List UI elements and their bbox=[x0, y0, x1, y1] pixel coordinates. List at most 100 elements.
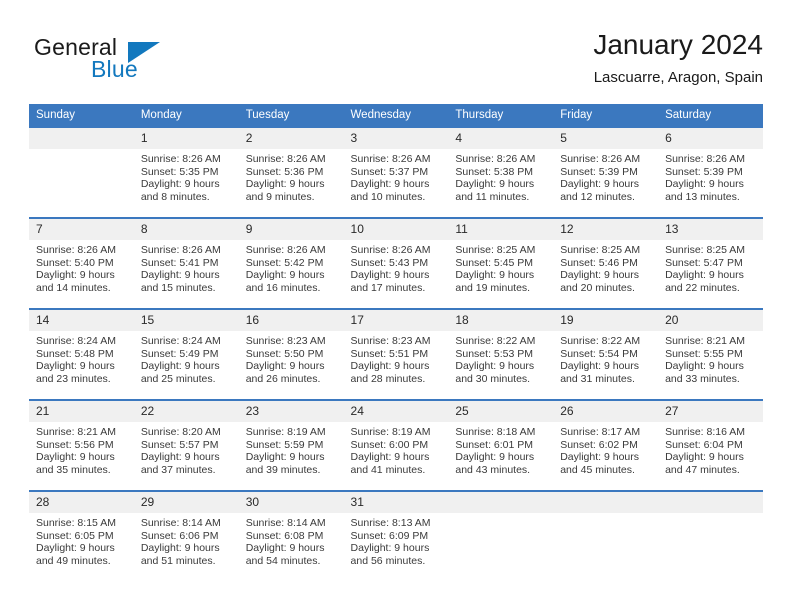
calendar-day-cell[interactable]: 24 Sunrise: 8:19 AM Sunset: 6:00 PM Dayligh… bbox=[343, 400, 449, 481]
daylight-duration-line1: Daylight: 9 hours bbox=[140, 451, 220, 464]
sunrise-time: Sunrise: 8:19 AM bbox=[350, 426, 431, 438]
day-number: 29 bbox=[133, 492, 239, 513]
calendar-day-cell[interactable]: 22 Sunrise: 8:20 AM Sunset: 5:57 PM Dayligh… bbox=[133, 400, 239, 481]
day-cell-inner: 2 Sunrise: 8:26 AM Sunset: 5:36 PM Daylight… bbox=[238, 128, 344, 208]
calendar-day-cell[interactable]: 27 Sunrise: 8:16 AM Sunset: 6:04 PM Dayligh… bbox=[658, 400, 763, 481]
calendar-day-cell[interactable]: 4 Sunrise: 8:26 AM Sunset: 5:38 PM Daylight… bbox=[448, 127, 554, 208]
day-number: 19 bbox=[553, 310, 659, 331]
calendar-day-cell[interactable]: 7 Sunrise: 8:26 AM Sunset: 5:40 PM Daylight… bbox=[29, 218, 134, 299]
general-blue-logo[interactable]: General Blue bbox=[34, 34, 234, 90]
daylight-duration-line1: Daylight: 9 hours bbox=[560, 360, 640, 373]
calendar-day-cell[interactable]: 17 Sunrise: 8:23 AM Sunset: 5:51 PM Dayligh… bbox=[343, 309, 449, 390]
calendar-day-cell[interactable]: 10 Sunrise: 8:26 AM Sunset: 5:43 PM Dayligh… bbox=[343, 218, 449, 299]
day-cell-inner: 29 Sunrise: 8:14 AM Sunset: 6:06 PM Dayligh… bbox=[133, 492, 239, 572]
day-details: Sunrise: 8:14 AM Sunset: 6:08 PM Daylight:… bbox=[239, 513, 344, 567]
daylight-duration-line2: and 28 minutes. bbox=[350, 372, 426, 385]
day-cell-inner: 4 Sunrise: 8:26 AM Sunset: 5:38 PM Daylight… bbox=[448, 128, 554, 208]
day-cell-inner: 25 Sunrise: 8:18 AM Sunset: 6:01 PM Dayligh… bbox=[448, 401, 554, 481]
day-number: 1 bbox=[133, 128, 239, 149]
sunset-time: Sunset: 5:56 PM bbox=[36, 438, 114, 451]
day-number: 9 bbox=[238, 219, 344, 240]
day-number: 17 bbox=[343, 310, 449, 331]
calendar-empty-cell bbox=[553, 491, 659, 572]
calendar-day-cell[interactable]: 15 Sunrise: 8:24 AM Sunset: 5:49 PM Dayligh… bbox=[133, 309, 239, 390]
day-number: 21 bbox=[29, 401, 134, 422]
day-details: Sunrise: 8:22 AM Sunset: 5:54 PM Daylight:… bbox=[553, 331, 658, 385]
daylight-duration-line1: Daylight: 9 hours bbox=[245, 178, 325, 191]
calendar-day-cell[interactable]: 18 Sunrise: 8:22 AM Sunset: 5:53 PM Dayligh… bbox=[448, 309, 554, 390]
day-cell-inner: 16 Sunrise: 8:23 AM Sunset: 5:50 PM Dayligh… bbox=[238, 310, 344, 390]
calendar-day-cell[interactable]: 3 Sunrise: 8:26 AM Sunset: 5:37 PM Daylight… bbox=[343, 127, 449, 208]
sunrise-time: Sunrise: 8:25 AM bbox=[455, 244, 536, 256]
calendar-day-cell[interactable]: 6 Sunrise: 8:26 AM Sunset: 5:39 PM Daylight… bbox=[658, 127, 763, 208]
day-number: 27 bbox=[658, 401, 763, 422]
calendar-day-cell[interactable]: 26 Sunrise: 8:17 AM Sunset: 6:02 PM Dayligh… bbox=[553, 400, 659, 481]
calendar-day-cell[interactable]: 21 Sunrise: 8:21 AM Sunset: 5:56 PM Dayligh… bbox=[29, 400, 134, 481]
day-cell-inner: 1 Sunrise: 8:26 AM Sunset: 5:35 PM Daylight… bbox=[133, 128, 239, 208]
calendar-day-cell[interactable]: 16 Sunrise: 8:23 AM Sunset: 5:50 PM Dayligh… bbox=[238, 309, 344, 390]
calendar-day-cell[interactable]: 19 Sunrise: 8:22 AM Sunset: 5:54 PM Dayligh… bbox=[553, 309, 659, 390]
week-spacer bbox=[29, 390, 763, 400]
calendar-day-cell[interactable]: 30 Sunrise: 8:14 AM Sunset: 6:08 PM Dayligh… bbox=[238, 491, 344, 572]
daylight-duration-line2: and 37 minutes. bbox=[140, 463, 216, 476]
sunrise-time: Sunrise: 8:26 AM bbox=[665, 153, 746, 165]
calendar-day-cell[interactable]: 2 Sunrise: 8:26 AM Sunset: 5:36 PM Daylight… bbox=[238, 127, 344, 208]
calendar-empty-cell bbox=[448, 491, 554, 572]
daylight-duration-line1: Daylight: 9 hours bbox=[665, 269, 744, 282]
day-cell-inner: 30 Sunrise: 8:14 AM Sunset: 6:08 PM Dayligh… bbox=[238, 492, 344, 572]
calendar-day-cell[interactable]: 8 Sunrise: 8:26 AM Sunset: 5:41 PM Daylight… bbox=[133, 218, 239, 299]
sunrise-time: Sunrise: 8:21 AM bbox=[36, 426, 116, 438]
calendar-day-cell[interactable]: 12 Sunrise: 8:25 AM Sunset: 5:46 PM Dayligh… bbox=[553, 218, 659, 299]
calendar-day-cell[interactable]: 25 Sunrise: 8:18 AM Sunset: 6:01 PM Dayligh… bbox=[448, 400, 554, 481]
calendar-day-cell[interactable]: 11 Sunrise: 8:25 AM Sunset: 5:45 PM Dayligh… bbox=[448, 218, 554, 299]
calendar-day-cell[interactable]: 28 Sunrise: 8:15 AM Sunset: 6:05 PM Dayligh… bbox=[29, 491, 134, 572]
daylight-duration-line2: and 11 minutes. bbox=[455, 190, 530, 203]
daylight-duration-line1: Daylight: 9 hours bbox=[140, 178, 220, 191]
sunrise-time: Sunrise: 8:22 AM bbox=[560, 335, 641, 347]
calendar-day-cell[interactable]: 5 Sunrise: 8:26 AM Sunset: 5:39 PM Daylight… bbox=[553, 127, 659, 208]
sunrise-time: Sunrise: 8:23 AM bbox=[245, 335, 326, 347]
calendar-day-cell[interactable]: 13 Sunrise: 8:25 AM Sunset: 5:47 PM Dayligh… bbox=[658, 218, 763, 299]
day-details: Sunrise: 8:15 AM Sunset: 6:05 PM Daylight:… bbox=[29, 513, 134, 567]
daylight-duration-line1: Daylight: 9 hours bbox=[350, 542, 430, 555]
sunset-time: Sunset: 5:41 PM bbox=[140, 256, 219, 269]
calendar-day-cell[interactable]: 31 Sunrise: 8:13 AM Sunset: 6:09 PM Dayligh… bbox=[343, 491, 449, 572]
daylight-duration-line1: Daylight: 9 hours bbox=[245, 542, 325, 555]
calendar-day-cell[interactable]: 1 Sunrise: 8:26 AM Sunset: 5:35 PM Daylight… bbox=[133, 127, 239, 208]
week-spacer bbox=[29, 208, 763, 218]
day-cell-inner bbox=[553, 492, 659, 572]
sunrise-time: Sunrise: 8:26 AM bbox=[350, 153, 431, 165]
day-number bbox=[553, 492, 659, 513]
calendar-day-cell[interactable]: 9 Sunrise: 8:26 AM Sunset: 5:42 PM Daylight… bbox=[238, 218, 344, 299]
day-cell-inner: 11 Sunrise: 8:25 AM Sunset: 5:45 PM Dayligh… bbox=[448, 219, 554, 299]
day-number bbox=[658, 492, 763, 513]
daylight-duration-line2: and 17 minutes. bbox=[350, 281, 426, 294]
daylight-duration-line1: Daylight: 9 hours bbox=[455, 451, 535, 464]
day-cell-inner: 31 Sunrise: 8:13 AM Sunset: 6:09 PM Dayligh… bbox=[343, 492, 449, 572]
day-cell-inner: 9 Sunrise: 8:26 AM Sunset: 5:42 PM Daylight… bbox=[238, 219, 344, 299]
weekday-header-monday: Monday bbox=[133, 104, 239, 127]
calendar-day-cell[interactable]: 29 Sunrise: 8:14 AM Sunset: 6:06 PM Dayligh… bbox=[133, 491, 239, 572]
calendar-grid: Sunday Monday Tuesday Wednesday Thursday… bbox=[29, 104, 763, 572]
day-details: Sunrise: 8:16 AM Sunset: 6:04 PM Daylight:… bbox=[658, 422, 763, 476]
day-number bbox=[448, 492, 554, 513]
sunset-time: Sunset: 5:53 PM bbox=[455, 347, 534, 360]
weekday-header-wednesday: Wednesday bbox=[343, 104, 449, 127]
calendar-day-cell[interactable]: 23 Sunrise: 8:19 AM Sunset: 5:59 PM Dayligh… bbox=[238, 400, 344, 481]
day-details: Sunrise: 8:25 AM Sunset: 5:47 PM Daylight:… bbox=[658, 240, 763, 294]
weekday-header-friday: Friday bbox=[553, 104, 659, 127]
day-details: Sunrise: 8:23 AM Sunset: 5:50 PM Daylight:… bbox=[239, 331, 344, 385]
day-details: Sunrise: 8:26 AM Sunset: 5:43 PM Daylight:… bbox=[344, 240, 449, 294]
calendar-day-cell[interactable]: 20 Sunrise: 8:21 AM Sunset: 5:55 PM Dayligh… bbox=[658, 309, 763, 390]
daylight-duration-line1: Daylight: 9 hours bbox=[350, 451, 430, 464]
sunset-time: Sunset: 5:40 PM bbox=[36, 256, 114, 269]
day-number: 25 bbox=[448, 401, 554, 422]
day-number: 26 bbox=[553, 401, 659, 422]
day-number: 16 bbox=[238, 310, 344, 331]
calendar-page: General Blue January 2024 Lascuarre, Ara… bbox=[0, 0, 792, 612]
sunrise-time: Sunrise: 8:17 AM bbox=[560, 426, 641, 438]
day-number: 15 bbox=[133, 310, 239, 331]
sunset-time: Sunset: 6:09 PM bbox=[350, 529, 429, 542]
calendar-day-cell[interactable]: 14 Sunrise: 8:24 AM Sunset: 5:48 PM Dayligh… bbox=[29, 309, 134, 390]
day-details: Sunrise: 8:26 AM Sunset: 5:39 PM Daylight:… bbox=[553, 149, 658, 203]
